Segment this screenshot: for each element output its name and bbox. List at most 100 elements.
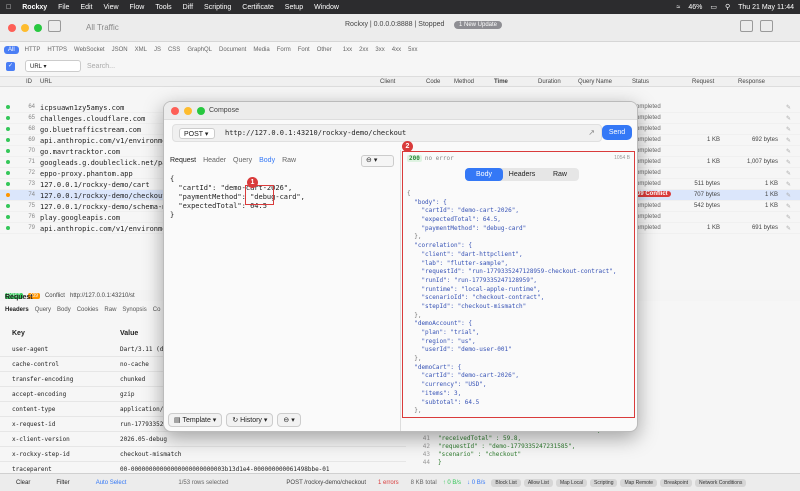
- url-filter-field-select[interactable]: URL ▾: [25, 60, 81, 72]
- sidebar-toggle-icon[interactable]: [48, 20, 61, 32]
- tab-response-headers[interactable]: Headers: [503, 168, 541, 181]
- col-code[interactable]: Code: [426, 79, 440, 85]
- zoom-button[interactable]: [34, 24, 42, 32]
- menu-file[interactable]: File: [58, 4, 69, 11]
- col-request[interactable]: Request: [692, 79, 714, 85]
- col-time[interactable]: Time: [494, 79, 508, 85]
- compose-minimize-button[interactable]: [184, 107, 192, 115]
- clear-button[interactable]: Clear: [10, 480, 36, 486]
- tab-cookies[interactable]: Cookies: [77, 307, 99, 313]
- filter-document[interactable]: Document: [219, 47, 246, 53]
- row-action-icon[interactable]: ✎: [786, 148, 791, 155]
- row-action-icon[interactable]: ✎: [786, 192, 791, 199]
- tab-raw[interactable]: Raw: [282, 157, 296, 164]
- menu-app-name[interactable]: Rockxy: [22, 4, 47, 11]
- col-status[interactable]: Status: [632, 79, 649, 85]
- tab-header[interactable]: Header: [203, 157, 226, 164]
- chip-allow-list[interactable]: Allow List: [523, 478, 553, 487]
- menu-tools[interactable]: Tools: [155, 4, 171, 11]
- chip-breakpoint[interactable]: Breakpoint: [660, 478, 692, 487]
- filter-http[interactable]: HTTP: [25, 47, 41, 53]
- tab-synopsis[interactable]: Synopsis: [122, 307, 146, 313]
- clock[interactable]: Thu 21 May 11:44: [738, 4, 794, 11]
- search-icon[interactable]: ⚲: [725, 3, 730, 11]
- url-filter-checkbox[interactable]: ✓: [6, 61, 15, 71]
- filter-websocket[interactable]: WebSocket: [74, 47, 105, 53]
- filter-button[interactable]: Filter: [50, 480, 75, 486]
- chip-scripting[interactable]: Scripting: [590, 478, 618, 487]
- filter-js[interactable]: JS: [154, 47, 161, 53]
- menu-window[interactable]: Window: [314, 4, 339, 11]
- filter-3xx[interactable]: 3xx: [375, 47, 384, 53]
- tab-response-body[interactable]: Body: [465, 168, 503, 181]
- body-editor[interactable]: { "cartId": "demo-cart-2026", "paymentMe…: [170, 175, 395, 220]
- col-response[interactable]: Response: [738, 79, 765, 85]
- menu-view[interactable]: View: [104, 4, 119, 11]
- menu-certificate[interactable]: Certificate: [242, 4, 274, 11]
- row-action-icon[interactable]: ✎: [786, 159, 791, 166]
- tab-more[interactable]: Co: [153, 307, 161, 313]
- col-query-name[interactable]: Query Name: [578, 79, 612, 85]
- chip-block-list[interactable]: Block List: [491, 478, 521, 487]
- tab-query[interactable]: Query: [35, 307, 51, 313]
- filter-css[interactable]: CSS: [168, 47, 180, 53]
- expand-icon[interactable]: ↗: [588, 128, 595, 137]
- more-options-button[interactable]: ⊖ ▾: [277, 413, 301, 427]
- menu-diff[interactable]: Diff: [183, 4, 193, 11]
- tab-body[interactable]: Body: [259, 157, 275, 164]
- filter-all[interactable]: All: [4, 46, 19, 54]
- menu-setup[interactable]: Setup: [285, 4, 303, 11]
- method-select[interactable]: POST ▾: [179, 128, 215, 139]
- minimize-button[interactable]: [21, 24, 29, 32]
- filter-font[interactable]: Font: [298, 47, 310, 53]
- pane-divider[interactable]: [400, 150, 401, 431]
- row-action-icon[interactable]: ✎: [786, 203, 791, 210]
- tab-query[interactable]: Query: [233, 157, 252, 164]
- menu-scripting[interactable]: Scripting: [204, 4, 231, 11]
- template-button[interactable]: ▤ Template ▾: [168, 413, 223, 427]
- filter-form[interactable]: Form: [277, 47, 291, 53]
- battery-icon[interactable]: ▭: [710, 3, 717, 11]
- inspector-toggle-icon[interactable]: [760, 20, 773, 32]
- row-action-icon[interactable]: ✎: [786, 115, 791, 122]
- col-method[interactable]: Method: [454, 79, 474, 85]
- menu-flow[interactable]: Flow: [130, 4, 145, 11]
- close-button[interactable]: [8, 24, 16, 32]
- col-client[interactable]: Client: [380, 79, 395, 85]
- col-duration[interactable]: Duration: [538, 79, 561, 85]
- col-url[interactable]: URL: [40, 79, 52, 85]
- tab-body[interactable]: Body: [57, 307, 71, 313]
- filter-graphql[interactable]: GraphQL: [187, 47, 212, 53]
- tab-request[interactable]: Request: [170, 157, 196, 164]
- url-input[interactable]: http://127.0.0.1:43210/rockxy-demo/check…: [225, 129, 406, 137]
- compose-zoom-button[interactable]: [197, 107, 205, 115]
- menu-edit[interactable]: Edit: [80, 4, 92, 11]
- row-action-icon[interactable]: ✎: [786, 126, 791, 133]
- battery-percent[interactable]: 46%: [688, 4, 702, 11]
- chip-map-local[interactable]: Map Local: [555, 478, 588, 487]
- chip-map-remote[interactable]: Map Remote: [620, 478, 658, 487]
- filter-other[interactable]: Other: [317, 47, 332, 53]
- apple-icon[interactable]: : [6, 4, 11, 11]
- row-action-icon[interactable]: ✎: [786, 214, 791, 221]
- update-badge[interactable]: 1 New Update: [454, 21, 503, 29]
- layout-icon[interactable]: [740, 20, 753, 32]
- row-action-icon[interactable]: ✎: [786, 225, 791, 232]
- wifi-icon[interactable]: ≈: [676, 4, 680, 11]
- tab-raw[interactable]: Raw: [104, 307, 116, 313]
- filter-4xx[interactable]: 4xx: [392, 47, 401, 53]
- row-action-icon[interactable]: ✎: [786, 170, 791, 177]
- filter-5xx[interactable]: 5xx: [408, 47, 417, 53]
- auto-select-button[interactable]: Auto Select: [90, 480, 133, 486]
- filter-media[interactable]: Media: [253, 47, 269, 53]
- history-button[interactable]: ↻ History ▾: [226, 413, 274, 427]
- filter-1xx[interactable]: 1xx: [343, 47, 352, 53]
- url-search-input[interactable]: Search...: [87, 63, 115, 70]
- tab-headers[interactable]: Headers: [5, 307, 29, 313]
- filter-json[interactable]: JSON: [112, 47, 128, 53]
- row-action-icon[interactable]: ✎: [786, 104, 791, 111]
- row-action-icon[interactable]: ✎: [786, 181, 791, 188]
- filter-xml[interactable]: XML: [135, 47, 147, 53]
- body-options-button[interactable]: ⊖ ▾: [361, 155, 394, 167]
- row-action-icon[interactable]: ✎: [786, 137, 791, 144]
